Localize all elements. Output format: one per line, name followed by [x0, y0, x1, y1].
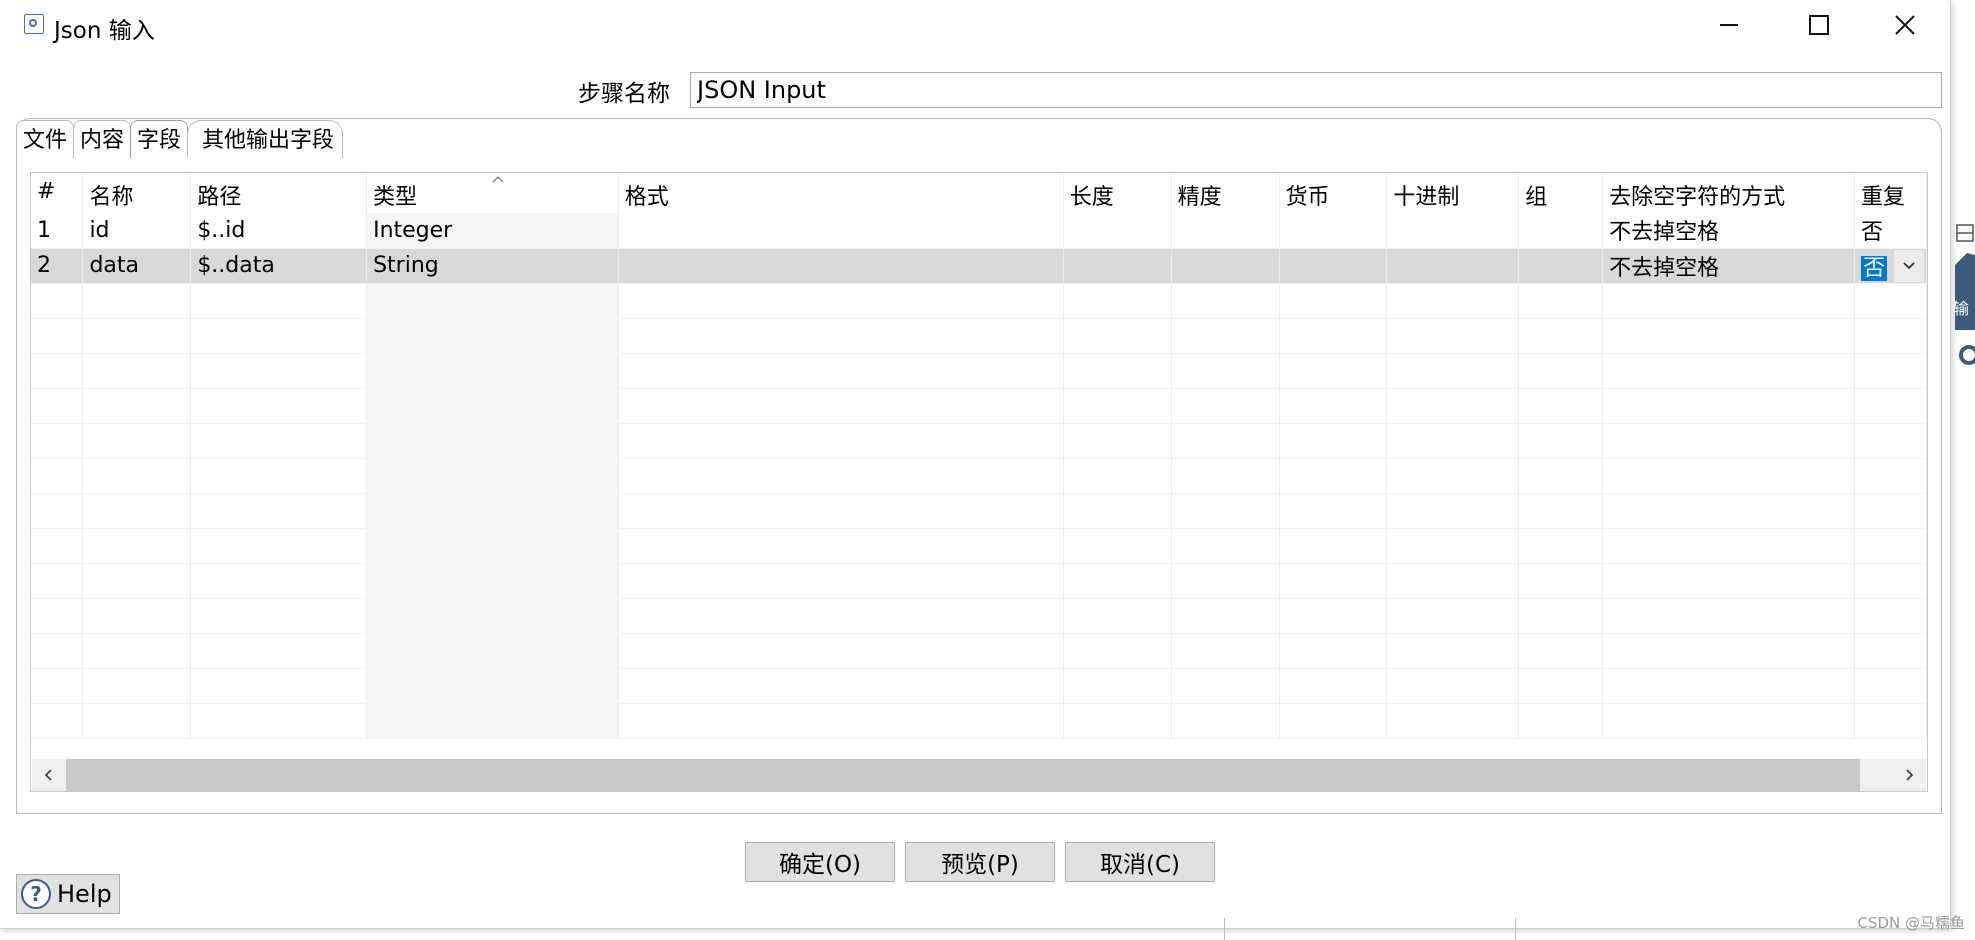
step-name-input[interactable] [690, 72, 1942, 108]
cell-format[interactable] [618, 213, 1064, 249]
cell-group[interactable] [1518, 213, 1604, 249]
background-sidebar-text: 输 [1953, 299, 1970, 318]
cell-precision[interactable] [1171, 248, 1280, 284]
window-title: Json 输入 [54, 18, 155, 44]
table-row-empty [31, 703, 1927, 739]
table-row-empty [31, 668, 1927, 704]
cell-name[interactable]: id [82, 213, 192, 249]
cell-format[interactable] [618, 248, 1064, 284]
table-row-empty [31, 458, 1927, 494]
cell-type[interactable]: Integer [366, 213, 619, 249]
tab-content[interactable]: 内容 [73, 120, 132, 158]
column-header-index[interactable]: # [31, 173, 84, 213]
repeat-combo-dropdown-button[interactable] [1894, 250, 1924, 282]
maximize-button[interactable] [1774, 0, 1864, 50]
cell-length[interactable] [1063, 248, 1172, 284]
cell-currency[interactable] [1279, 213, 1388, 249]
tab-file[interactable]: 文件 [16, 120, 75, 158]
cell-currency[interactable] [1279, 248, 1388, 284]
minimize-icon [1720, 24, 1738, 26]
column-header-length[interactable]: 长度 [1063, 173, 1172, 213]
close-icon [1895, 15, 1915, 35]
preview-button[interactable]: 预览(P) [905, 842, 1055, 882]
minimize-button[interactable] [1684, 0, 1774, 50]
tab-fields[interactable]: 字段 [130, 120, 189, 158]
step-name-label: 步骤名称 [578, 81, 670, 107]
json-input-dialog: Json 输入 步骤名称 文件 内容 字段 其他输出字段 # [0, 0, 1951, 929]
cell-path[interactable]: $..data [190, 248, 368, 284]
cell-decimal[interactable] [1386, 213, 1520, 249]
close-button[interactable] [1860, 0, 1950, 50]
sort-ascending-icon [492, 176, 504, 183]
column-header-format[interactable]: 格式 [618, 173, 1064, 213]
ok-button[interactable]: 确定(O) [745, 842, 895, 882]
table-row-empty [31, 423, 1927, 459]
cell-name[interactable]: data [82, 248, 192, 284]
title-bar: Json 输入 [0, 0, 1950, 50]
table-row-empty [31, 528, 1927, 564]
cell-decimal[interactable] [1386, 248, 1520, 284]
column-header-precision[interactable]: 精度 [1171, 173, 1280, 213]
tab-additional-output-fields[interactable]: 其他输出字段 [187, 120, 344, 158]
help-icon: ? [21, 879, 51, 909]
table-header-row: # 名称 路径 类型 格式 长度 精度 货币 十进制 组 去除空字符的方式 重复 [31, 173, 1927, 213]
fields-grid: # 名称 路径 类型 格式 长度 精度 货币 十进制 组 去除空字符的方式 重复 [31, 173, 1927, 739]
column-header-type-label: 类型 [373, 185, 418, 210]
scroll-left-button[interactable] [32, 759, 64, 791]
help-button-label: Help [57, 880, 112, 908]
table-row-empty [31, 353, 1927, 389]
table-row-empty [31, 633, 1927, 669]
table-row-empty [31, 598, 1927, 634]
table-row[interactable]: 1 id $..id Integer 不去掉空格 否 [31, 213, 1927, 249]
table-row-empty [31, 563, 1927, 599]
column-header-type[interactable]: 类型 [366, 173, 619, 213]
cell-index[interactable]: 1 [31, 213, 84, 249]
column-header-currency[interactable]: 货币 [1279, 173, 1388, 213]
repeat-combo-selected-value[interactable]: 否 [1860, 255, 1887, 281]
chevron-left-icon [44, 769, 52, 781]
cell-type[interactable]: String [366, 248, 619, 284]
cell-precision[interactable] [1171, 213, 1280, 249]
cell-trim-type[interactable]: 不去掉空格 [1602, 248, 1855, 284]
cancel-button[interactable]: 取消(C) [1065, 842, 1215, 882]
background-window-sidebar: 输 [1953, 195, 1975, 395]
fields-table: # 名称 路径 类型 格式 长度 精度 货币 十进制 组 去除空字符的方式 重复 [30, 172, 1928, 792]
column-header-group[interactable]: 组 [1518, 173, 1604, 213]
chevron-down-icon [1903, 262, 1915, 270]
table-row-empty [31, 388, 1927, 424]
column-header-name[interactable]: 名称 [82, 173, 192, 213]
horizontal-scrollbar[interactable] [32, 759, 1926, 791]
table-row-empty [31, 283, 1927, 319]
column-header-trim-type[interactable]: 去除空字符的方式 [1602, 173, 1855, 213]
chevron-right-icon [1906, 769, 1914, 781]
column-header-decimal[interactable]: 十进制 [1386, 173, 1520, 213]
table-row-empty [31, 318, 1927, 354]
scroll-right-button[interactable] [1894, 759, 1926, 791]
cell-index[interactable]: 2 [31, 248, 84, 284]
tab-bar: 文件 内容 字段 其他输出字段 [16, 120, 344, 158]
cell-path[interactable]: $..id [190, 213, 368, 249]
maximize-icon [1809, 15, 1829, 35]
help-button[interactable]: ? Help [16, 874, 120, 914]
background-window-fragment [1224, 918, 1516, 940]
cell-group[interactable] [1518, 248, 1604, 284]
json-input-step-icon [24, 14, 44, 34]
cell-length[interactable] [1063, 213, 1172, 249]
column-header-repeat[interactable]: 重复 [1854, 173, 1927, 213]
cell-repeat[interactable]: 否 [1854, 213, 1927, 249]
watermark: CSDN @马糯鱼 [1857, 914, 1965, 932]
scrollbar-thumb[interactable] [66, 759, 1860, 791]
table-row-empty [31, 493, 1927, 529]
column-header-path[interactable]: 路径 [190, 173, 368, 213]
table-row-selected[interactable]: 2 data $..data String 不去掉空格 否 [31, 248, 1927, 284]
cell-trim-type[interactable]: 不去掉空格 [1602, 213, 1855, 249]
